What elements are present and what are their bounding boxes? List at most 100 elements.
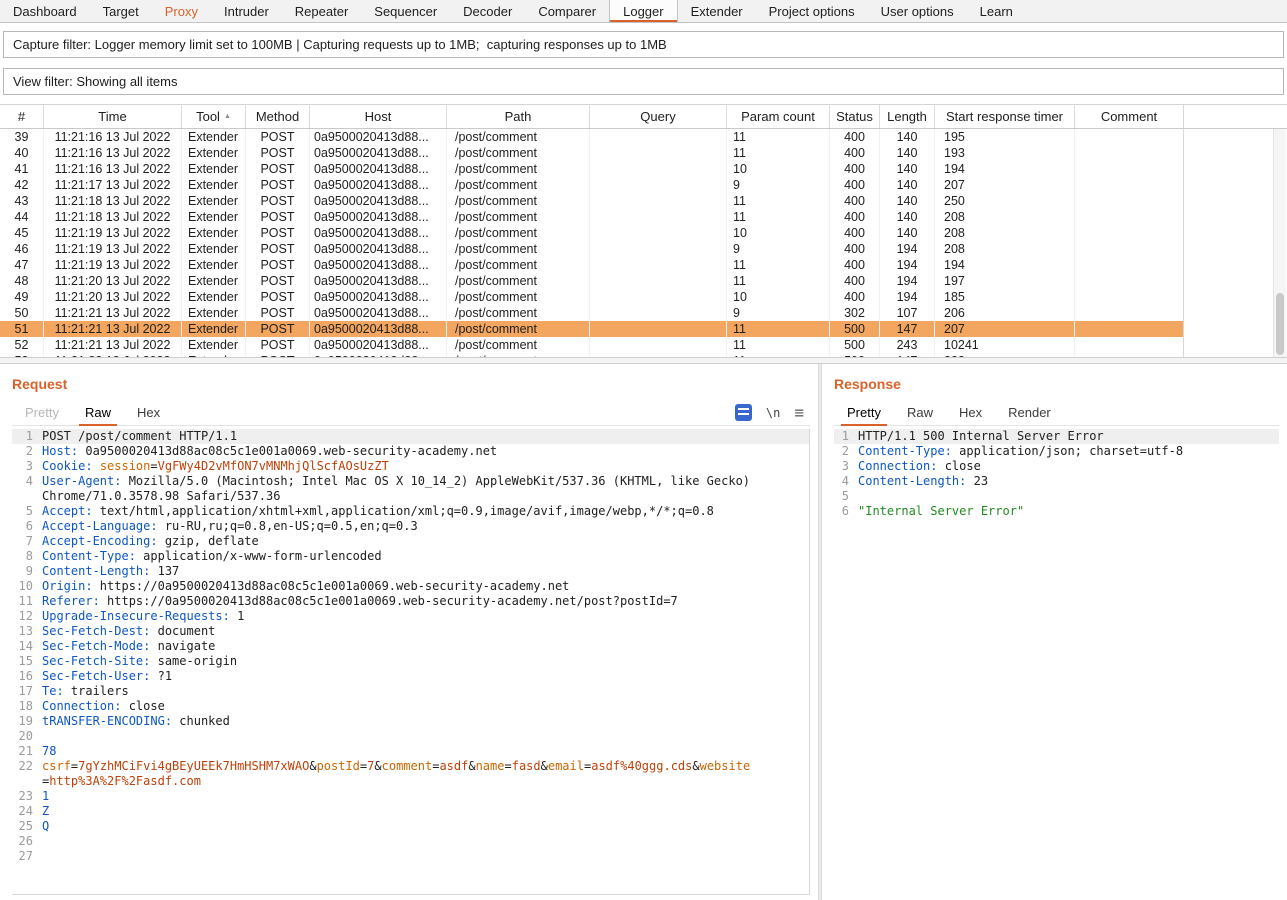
cell-time[interactable]: 11:21:21 13 Jul 2022 <box>44 337 182 353</box>
cell-length[interactable]: 140 <box>880 177 935 193</box>
cell-length[interactable]: 194 <box>880 241 935 257</box>
cell-path[interactable]: /post/comment <box>447 145 590 161</box>
cell-tool[interactable]: Extender <box>182 193 246 209</box>
tab-logger[interactable]: Logger <box>609 0 677 22</box>
view-filter-bar[interactable]: View filter: Showing all items <box>3 68 1284 95</box>
table-row[interactable]: 5111:21:21 13 Jul 2022ExtenderPOST0a9500… <box>0 321 1184 337</box>
cell-path[interactable]: /post/comment <box>447 273 590 289</box>
cell-param-count[interactable]: 11 <box>727 129 830 145</box>
cell-tool[interactable]: Extender <box>182 225 246 241</box>
tab-target[interactable]: Target <box>90 0 152 22</box>
request-editor-body[interactable]: 1POST /post/comment HTTP/1.12Host: 0a950… <box>12 429 810 895</box>
tab-project-options[interactable]: Project options <box>756 0 868 22</box>
cell-num[interactable]: 40 <box>0 145 44 161</box>
cell-time[interactable]: 11:21:18 13 Jul 2022 <box>44 209 182 225</box>
cell-length[interactable]: 194 <box>880 273 935 289</box>
cell-param-count[interactable]: 11 <box>727 337 830 353</box>
cell-start-response-timer[interactable]: 194 <box>935 161 1075 177</box>
cell-param-count[interactable]: 9 <box>727 305 830 321</box>
column-header-tool[interactable]: Tool▲ <box>182 105 246 128</box>
table-row[interactable]: 4811:21:20 13 Jul 2022ExtenderPOST0a9500… <box>0 273 1184 289</box>
column-header-comment[interactable]: Comment <box>1075 105 1184 128</box>
cell-param-count[interactable]: 11 <box>727 145 830 161</box>
cell-host[interactable]: 0a9500020413d88... <box>310 337 447 353</box>
newline-icon[interactable]: \n <box>766 406 780 420</box>
cell-param-count[interactable]: 11 <box>727 273 830 289</box>
cell-status[interactable]: 400 <box>830 241 880 257</box>
cell-comment[interactable] <box>1075 225 1184 241</box>
cell-comment[interactable] <box>1075 193 1184 209</box>
cell-tool[interactable]: Extender <box>182 209 246 225</box>
cell-param-count[interactable]: 10 <box>727 225 830 241</box>
cell-query[interactable] <box>590 193 727 209</box>
column-header-query[interactable]: Query <box>590 105 727 128</box>
table-row[interactable]: 4911:21:20 13 Jul 2022ExtenderPOST0a9500… <box>0 289 1184 305</box>
tab-decoder[interactable]: Decoder <box>450 0 525 22</box>
table-row[interactable]: 4311:21:18 13 Jul 2022ExtenderPOST0a9500… <box>0 193 1184 209</box>
cell-path[interactable]: /post/comment <box>447 193 590 209</box>
request-tab-hex[interactable]: Hex <box>124 400 173 425</box>
cell-num[interactable]: 46 <box>0 241 44 257</box>
response-tab-render[interactable]: Render <box>995 400 1064 425</box>
cell-time[interactable]: 11:21:19 13 Jul 2022 <box>44 257 182 273</box>
table-row[interactable]: 4011:21:16 13 Jul 2022ExtenderPOST0a9500… <box>0 145 1184 161</box>
cell-method[interactable]: POST <box>246 225 310 241</box>
table-row[interactable]: 4611:21:19 13 Jul 2022ExtenderPOST0a9500… <box>0 241 1184 257</box>
menu-icon[interactable]: ≡ <box>794 403 804 422</box>
cell-path[interactable]: /post/comment <box>447 177 590 193</box>
cell-method[interactable]: POST <box>246 129 310 145</box>
cell-time[interactable]: 11:21:21 13 Jul 2022 <box>44 321 182 337</box>
cell-method[interactable]: POST <box>246 209 310 225</box>
cell-param-count[interactable]: 10 <box>727 289 830 305</box>
cell-start-response-timer[interactable]: 207 <box>935 177 1075 193</box>
cell-status[interactable]: 302 <box>830 305 880 321</box>
cell-status[interactable]: 400 <box>830 193 880 209</box>
cell-time[interactable]: 11:21:16 13 Jul 2022 <box>44 145 182 161</box>
cell-query[interactable] <box>590 273 727 289</box>
tab-dashboard[interactable]: Dashboard <box>0 0 90 22</box>
cell-param-count[interactable]: 11 <box>727 257 830 273</box>
cell-tool[interactable]: Extender <box>182 353 246 357</box>
cell-length[interactable]: 140 <box>880 145 935 161</box>
table-row[interactable]: 5211:21:21 13 Jul 2022ExtenderPOST0a9500… <box>0 337 1184 353</box>
cell-length[interactable]: 140 <box>880 225 935 241</box>
cell-host[interactable]: 0a9500020413d88... <box>310 177 447 193</box>
tab-user-options[interactable]: User options <box>868 0 967 22</box>
cell-time[interactable]: 11:21:22 13 Jul 2022 <box>44 353 182 357</box>
cell-status[interactable]: 400 <box>830 209 880 225</box>
cell-host[interactable]: 0a9500020413d88... <box>310 129 447 145</box>
cell-comment[interactable] <box>1075 257 1184 273</box>
cell-query[interactable] <box>590 353 727 357</box>
cell-status[interactable]: 400 <box>830 289 880 305</box>
cell-host[interactable]: 0a9500020413d88... <box>310 209 447 225</box>
cell-path[interactable]: /post/comment <box>447 289 590 305</box>
column-header-start-response-timer[interactable]: Start response timer <box>935 105 1075 128</box>
cell-time[interactable]: 11:21:20 13 Jul 2022 <box>44 289 182 305</box>
cell-host[interactable]: 0a9500020413d88... <box>310 193 447 209</box>
cell-path[interactable]: /post/comment <box>447 225 590 241</box>
cell-tool[interactable]: Extender <box>182 177 246 193</box>
cell-method[interactable]: POST <box>246 241 310 257</box>
table-row[interactable]: 5011:21:21 13 Jul 2022ExtenderPOST0a9500… <box>0 305 1184 321</box>
cell-comment[interactable] <box>1075 145 1184 161</box>
cell-length[interactable]: 243 <box>880 337 935 353</box>
tab-learn[interactable]: Learn <box>967 0 1026 22</box>
cell-status[interactable]: 400 <box>830 257 880 273</box>
cell-num[interactable]: 51 <box>0 321 44 337</box>
cell-start-response-timer[interactable]: 250 <box>935 193 1075 209</box>
cell-method[interactable]: POST <box>246 145 310 161</box>
cell-start-response-timer[interactable]: 208 <box>935 225 1075 241</box>
cell-length[interactable]: 194 <box>880 289 935 305</box>
cell-comment[interactable] <box>1075 337 1184 353</box>
column-header-method[interactable]: Method <box>246 105 310 128</box>
cell-host[interactable]: 0a9500020413d88... <box>310 225 447 241</box>
cell-tool[interactable]: Extender <box>182 161 246 177</box>
cell-status[interactable]: 500 <box>830 321 880 337</box>
cell-num[interactable]: 48 <box>0 273 44 289</box>
cell-time[interactable]: 11:21:21 13 Jul 2022 <box>44 305 182 321</box>
cell-query[interactable] <box>590 225 727 241</box>
cell-method[interactable]: POST <box>246 353 310 357</box>
cell-query[interactable] <box>590 177 727 193</box>
cell-param-count[interactable]: 11 <box>727 193 830 209</box>
tab-extender[interactable]: Extender <box>678 0 756 22</box>
